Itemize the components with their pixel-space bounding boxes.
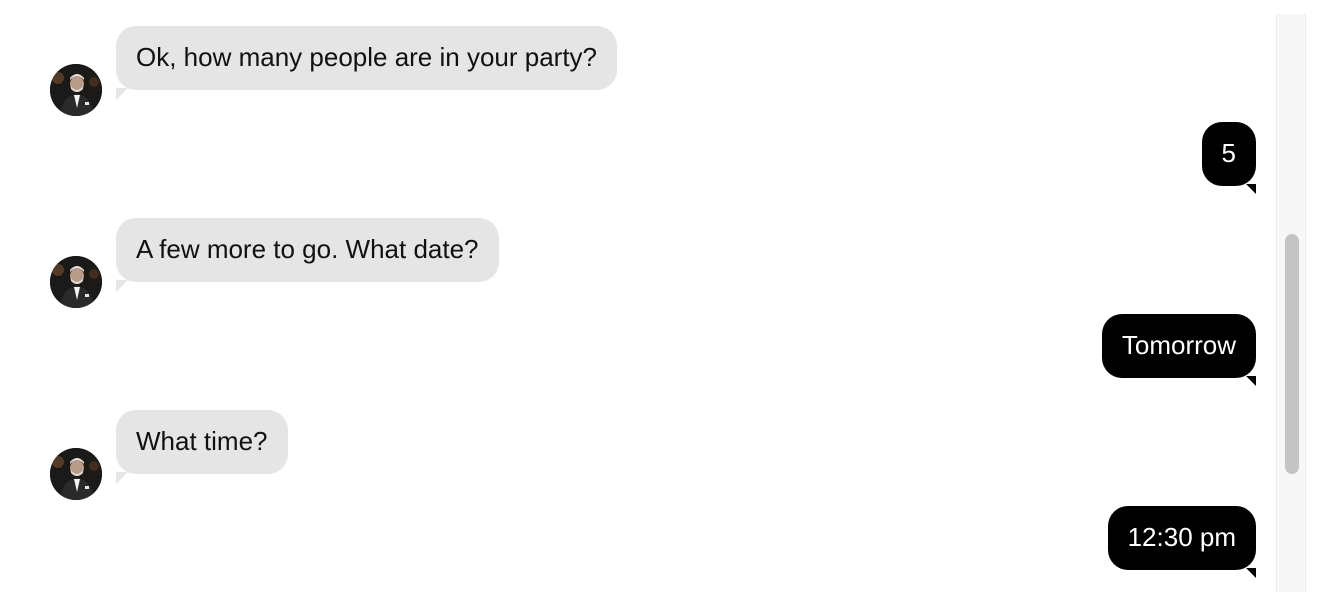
user-message-bubble: Tomorrow xyxy=(1101,314,1256,378)
bot-message: What time? xyxy=(0,410,1276,502)
bot-message-bubble: A few more to go. What date? xyxy=(116,218,499,282)
bubble-tail xyxy=(1246,184,1256,194)
user-message: Tomorrow xyxy=(0,314,1276,388)
user-message: 5 xyxy=(0,122,1276,196)
bot-message: Ok, how many people are in your party? xyxy=(0,26,1276,118)
user-message-bubble: 5 xyxy=(1201,122,1256,186)
bot-avatar xyxy=(50,256,102,308)
bubble-tail xyxy=(1246,376,1256,386)
message-list[interactable]: Ok, how many people are in your party? 5 xyxy=(0,0,1276,592)
bubble-tail xyxy=(116,88,128,100)
bot-message-bubble: Ok, how many people are in your party? xyxy=(116,26,618,90)
bot-message-bubble: What time? xyxy=(116,410,288,474)
bubble-tail xyxy=(116,472,128,484)
user-message-bubble: 12:30 pm xyxy=(1107,506,1256,570)
user-message: 12:30 pm xyxy=(0,506,1276,580)
scrollbar-track[interactable] xyxy=(1276,14,1306,592)
bot-avatar xyxy=(50,64,102,116)
bubble-tail xyxy=(116,280,128,292)
bubble-tail xyxy=(1246,568,1256,578)
chat-window: Ok, how many people are in your party? 5 xyxy=(0,0,1320,592)
bot-avatar xyxy=(50,448,102,500)
bot-message: A few more to go. What date? xyxy=(0,218,1276,310)
scrollbar-thumb[interactable] xyxy=(1285,234,1299,474)
